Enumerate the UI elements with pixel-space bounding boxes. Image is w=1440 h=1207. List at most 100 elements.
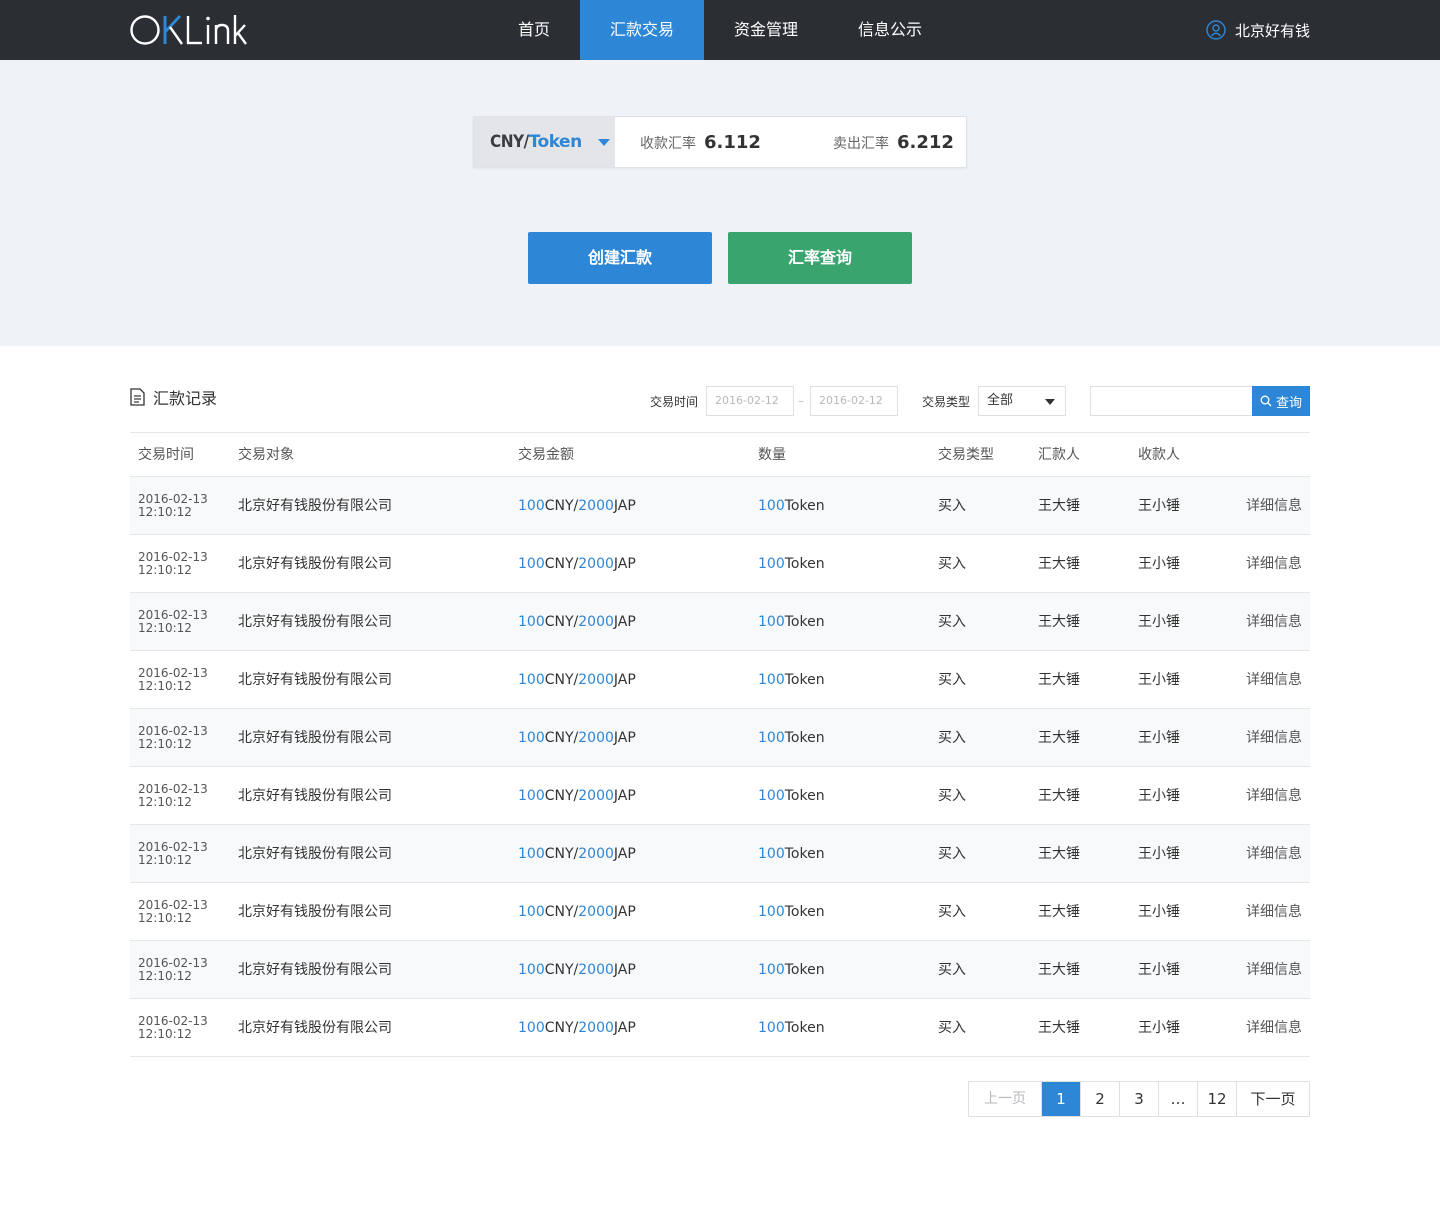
buy-rate: 收款汇率 6.112 xyxy=(640,132,761,153)
table-header: 交易时间 交易对象 交易金额 数量 交易类型 汇款人 收款人 xyxy=(130,432,1310,477)
currency-pair-select[interactable]: CNY/Token xyxy=(474,117,615,167)
amount-jap-value: 2000 xyxy=(578,1020,614,1036)
amount-cny-value: 100 xyxy=(518,788,545,804)
amount-cny-value: 100 xyxy=(518,962,545,978)
table-row: 2016-02-13 12:10:12 北京好有钱股份有限公司 100CNY/2000… xyxy=(130,825,1310,883)
cell-time: 2016-02-13 12:10:12 xyxy=(138,493,208,519)
quantity-value: 100 xyxy=(758,1020,785,1036)
cell-sender: 王大锤 xyxy=(1038,1020,1080,1036)
amount-cny-value: 100 xyxy=(518,556,545,572)
amount-cny-value: 100 xyxy=(518,846,545,862)
detail-link[interactable]: 详细信息 xyxy=(1246,903,1302,921)
quantity-unit: Token xyxy=(784,730,825,746)
cell-time: 2016-02-13 12:10:12 xyxy=(138,783,208,809)
cell-sender: 王大锤 xyxy=(1038,962,1080,978)
cell-quantity: 100Token xyxy=(758,1019,825,1037)
page-1-button[interactable]: 1 xyxy=(1042,1082,1081,1116)
search-input[interactable] xyxy=(1090,386,1254,416)
amount-cny-unit: CNY xyxy=(544,962,574,978)
type-select[interactable]: 全部 xyxy=(978,386,1066,416)
nav-item-disclosure[interactable]: 信息公示 xyxy=(828,0,952,60)
cell-type: 买入 xyxy=(938,962,966,978)
user-menu[interactable]: 北京好有钱 xyxy=(1206,0,1310,60)
detail-link[interactable]: 详细信息 xyxy=(1246,555,1302,573)
cell-amount: 100CNY/2000JAP xyxy=(518,1019,636,1037)
cell-clock: 12:10:12 xyxy=(138,737,192,751)
logo[interactable] xyxy=(130,10,248,50)
quantity-value: 100 xyxy=(758,730,785,746)
quantity-value: 100 xyxy=(758,788,785,804)
detail-link[interactable]: 详细信息 xyxy=(1246,1019,1302,1037)
quantity-value: 100 xyxy=(758,498,785,514)
page-2-button[interactable]: 2 xyxy=(1081,1082,1120,1116)
amount-cny-unit: CNY xyxy=(544,904,574,920)
detail-link[interactable]: 详细信息 xyxy=(1246,961,1302,979)
amount-jap-unit: JAP xyxy=(613,498,636,514)
detail-link[interactable]: 详细信息 xyxy=(1246,671,1302,689)
cell-quantity: 100Token xyxy=(758,845,825,863)
nav-item-funds[interactable]: 资金管理 xyxy=(704,0,828,60)
amount-jap-value: 2000 xyxy=(578,788,614,804)
nav-item-home[interactable]: 首页 xyxy=(488,0,580,60)
table-row: 2016-02-13 12:10:12 北京好有钱股份有限公司 100CNY/2000… xyxy=(130,767,1310,825)
cell-quantity: 100Token xyxy=(758,497,825,515)
page-12-button[interactable]: 12 xyxy=(1198,1082,1237,1116)
detail-link[interactable]: 详细信息 xyxy=(1246,845,1302,863)
top-navbar: 首页 汇款交易 资金管理 信息公示 北京好有钱 xyxy=(0,0,1440,60)
pair-quote: Token xyxy=(528,132,583,152)
cell-receiver: 王小锤 xyxy=(1138,788,1180,804)
user-name: 北京好有钱 xyxy=(1234,21,1310,40)
quantity-unit: Token xyxy=(784,1020,825,1036)
cell-counterparty: 北京好有钱股份有限公司 xyxy=(238,672,392,688)
date-from-input[interactable]: 2016-02-12 xyxy=(706,386,794,416)
detail-link[interactable]: 详细信息 xyxy=(1246,497,1302,515)
date-separator: – xyxy=(798,394,804,408)
amount-cny-value: 100 xyxy=(518,904,545,920)
table-row: 2016-02-13 12:10:12 北京好有钱股份有限公司 100CNY/2000… xyxy=(130,709,1310,767)
detail-link[interactable]: 详细信息 xyxy=(1246,787,1302,805)
cell-receiver: 王小锤 xyxy=(1138,672,1180,688)
cell-clock: 12:10:12 xyxy=(138,679,192,693)
cell-time: 2016-02-13 12:10:12 xyxy=(138,551,208,577)
oklink-logo-icon xyxy=(130,14,247,45)
amount-jap-unit: JAP xyxy=(613,556,636,572)
cell-quantity: 100Token xyxy=(758,555,825,573)
quantity-unit: Token xyxy=(784,498,825,514)
cell-time: 2016-02-13 12:10:12 xyxy=(138,841,208,867)
cell-quantity: 100Token xyxy=(758,961,825,979)
cell-quantity: 100Token xyxy=(758,729,825,747)
cell-quantity: 100Token xyxy=(758,671,825,689)
table-row: 2016-02-13 12:10:12 北京好有钱股份有限公司 100CNY/2000… xyxy=(130,477,1310,535)
table-row: 2016-02-13 12:10:12 北京好有钱股份有限公司 100CNY/2000… xyxy=(130,651,1310,709)
detail-link[interactable]: 详细信息 xyxy=(1246,729,1302,747)
amount-cny-unit: CNY xyxy=(544,1020,574,1036)
create-remittance-button[interactable]: 创建汇款 xyxy=(528,232,712,284)
detail-link[interactable]: 详细信息 xyxy=(1246,613,1302,631)
page-3-button[interactable]: 3 xyxy=(1120,1082,1159,1116)
caret-down-icon xyxy=(597,138,610,146)
date-to-input[interactable]: 2016-02-12 xyxy=(810,386,898,416)
search-button-label: 查询 xyxy=(1275,395,1302,411)
nav-item-remittance[interactable]: 汇款交易 xyxy=(580,0,705,60)
cell-amount: 100CNY/2000JAP xyxy=(518,787,636,805)
cell-counterparty: 北京好有钱股份有限公司 xyxy=(238,556,392,572)
document-icon xyxy=(130,388,145,406)
rate-query-button[interactable]: 汇率查询 xyxy=(728,232,912,284)
cell-amount: 100CNY/2000JAP xyxy=(518,671,636,689)
cell-type: 买入 xyxy=(938,614,966,630)
prev-page-button[interactable]: 上一页 xyxy=(969,1082,1042,1116)
cell-amount: 100CNY/2000JAP xyxy=(518,555,636,573)
next-page-button[interactable]: 下一页 xyxy=(1237,1082,1309,1116)
amount-jap-unit: JAP xyxy=(613,962,636,978)
cell-type: 买入 xyxy=(938,846,966,862)
amount-cny-unit: CNY xyxy=(544,498,574,514)
amount-jap-value: 2000 xyxy=(578,846,614,862)
amount-jap-unit: JAP xyxy=(613,730,636,746)
quantity-unit: Token xyxy=(784,672,825,688)
search-button[interactable]: 查询 xyxy=(1252,386,1310,416)
pagination: 上一页 1 2 3 … 12 下一页 xyxy=(968,1081,1310,1117)
cell-type: 买入 xyxy=(938,788,966,804)
amount-cny-unit: CNY xyxy=(544,672,574,688)
cell-sender: 王大锤 xyxy=(1038,556,1080,572)
cell-receiver: 王小锤 xyxy=(1138,498,1180,514)
